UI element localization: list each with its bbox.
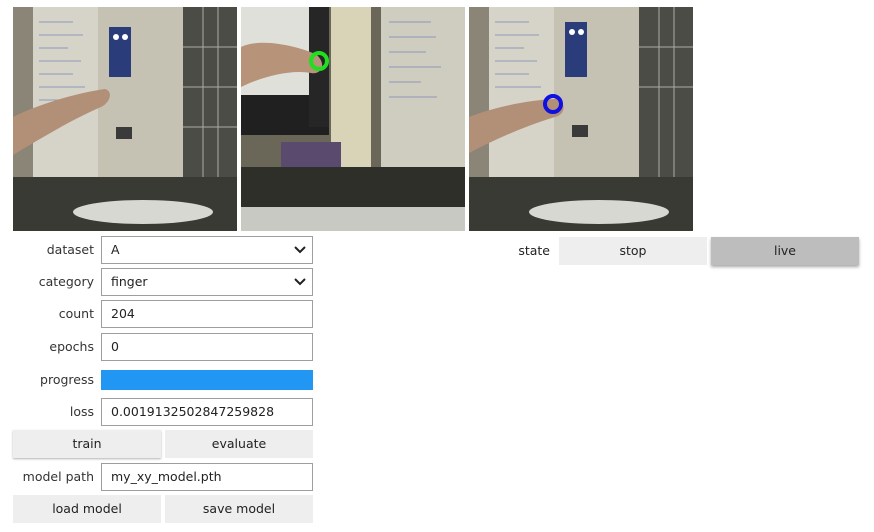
chevron-down-icon [294, 246, 306, 254]
category-row: category finger [10, 268, 313, 296]
train-button[interactable]: train [13, 430, 161, 458]
count-field[interactable]: 204 [101, 300, 313, 328]
save-model-button[interactable]: save model [165, 495, 313, 523]
dataset-value: A [111, 242, 120, 257]
dataset-label: dataset [46, 242, 94, 257]
model-path-row: model path my_xy_model.pth [10, 463, 313, 491]
snapshot-image [241, 7, 465, 231]
epochs-field[interactable]: 0 [101, 333, 313, 361]
progress-row: progress [10, 366, 313, 394]
model-path-field[interactable]: my_xy_model.pth [101, 463, 313, 491]
category-value: finger [111, 274, 148, 289]
state-stop-button[interactable]: stop [559, 237, 707, 265]
category-select[interactable]: finger [101, 268, 313, 296]
load-model-button[interactable]: load model [13, 495, 161, 523]
live-camera-image [13, 7, 237, 231]
dataset-row: dataset A [10, 236, 313, 264]
epochs-row: epochs 0 [10, 333, 313, 361]
loss-field[interactable]: 0.0019132502847259828 [101, 398, 313, 426]
dataset-select[interactable]: A [101, 236, 313, 264]
count-label: count [58, 306, 94, 321]
progress-label: progress [40, 372, 94, 387]
model-path-label: model path [22, 469, 94, 484]
prediction-image [469, 7, 693, 231]
chevron-down-icon [294, 278, 306, 286]
state-label: state [518, 243, 550, 258]
count-row: count 204 [10, 300, 313, 328]
epochs-label: epochs [49, 339, 94, 354]
category-label: category [38, 274, 94, 289]
evaluate-button[interactable]: evaluate [165, 430, 313, 458]
loss-label: loss [69, 404, 94, 419]
loss-row: loss 0.0019132502847259828 [10, 398, 313, 426]
progress-bar-fill [101, 370, 313, 390]
progress-bar [101, 370, 313, 390]
state-live-button[interactable]: live [711, 237, 859, 265]
